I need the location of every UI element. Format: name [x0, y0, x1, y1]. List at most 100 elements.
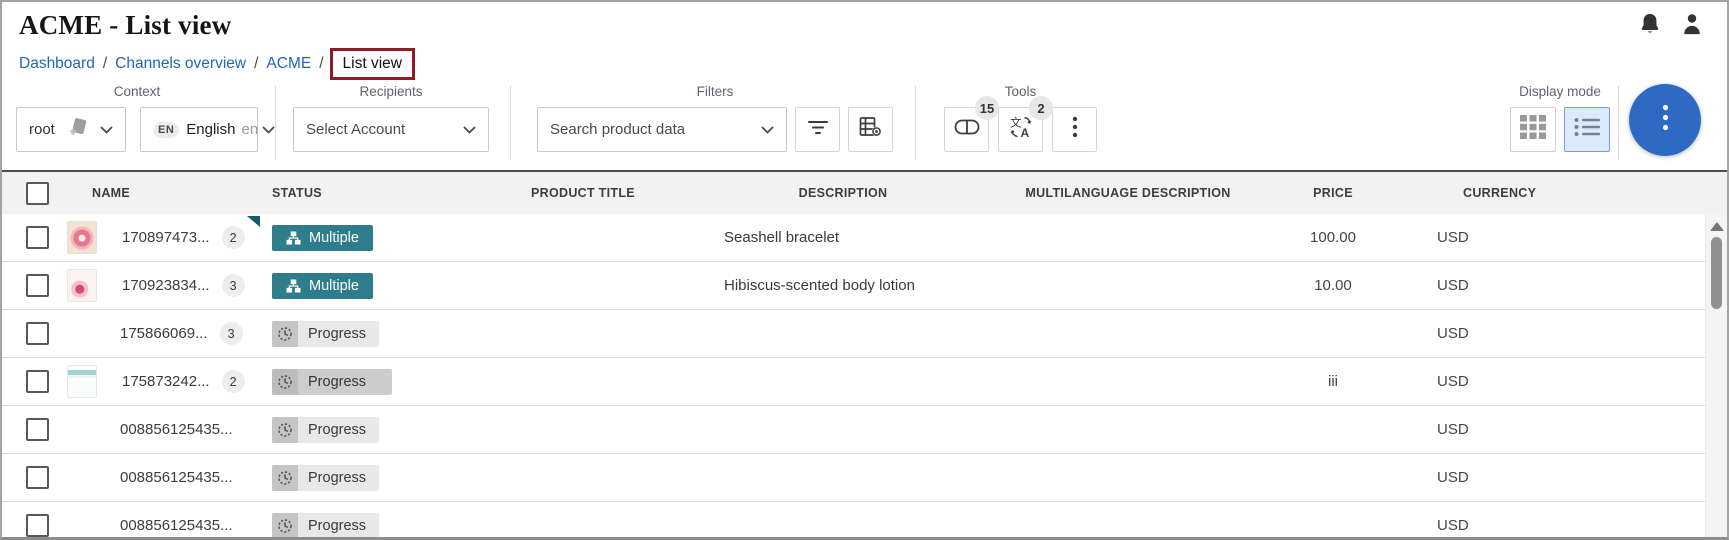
column-header-product-title: PRODUCT TITLE	[513, 186, 723, 200]
column-header-status: STATUS	[268, 186, 513, 200]
translate-button[interactable]: 2 文A	[998, 107, 1043, 152]
currency-cell: USD	[1373, 229, 1706, 246]
row-checkbox[interactable]	[26, 322, 49, 345]
table-row[interactable]: 170923834... 3 Multiple Hibiscus-scented…	[2, 262, 1706, 310]
bell-icon[interactable]	[1639, 12, 1661, 36]
attributes-toggle-button[interactable]: 15	[944, 107, 989, 152]
tools-label: Tools	[1005, 84, 1037, 100]
status-label: Multiple	[309, 278, 359, 294]
table-row[interactable]: 008856125435... Progress USD	[2, 454, 1706, 502]
filters-group: Filters Search product data	[537, 84, 893, 152]
context-node-value: root	[29, 121, 55, 138]
description-cell: Seashell bracelet	[723, 229, 963, 246]
kebab-menu-icon	[1072, 116, 1078, 143]
select-all-checkbox[interactable]	[26, 182, 49, 205]
status-label: Progress	[298, 518, 379, 534]
table-row[interactable]: 175866069... 3 Progress USD	[2, 310, 1706, 358]
clock-icon	[272, 369, 298, 395]
variant-count-badge: 3	[222, 274, 245, 297]
attributes-count-badge: 15	[975, 96, 999, 120]
product-name: 008856125435...	[120, 421, 233, 438]
scrollbar-thumb[interactable]	[1711, 237, 1722, 309]
scroll-up-icon[interactable]	[1710, 222, 1724, 231]
currency-cell: USD	[1373, 277, 1706, 294]
status-badge: Progress	[272, 369, 392, 395]
context-group: Context root EN English en	[16, 84, 258, 152]
price-cell: 10.00	[1293, 277, 1373, 294]
price-cell: iii	[1293, 373, 1373, 390]
vertical-scrollbar[interactable]	[1705, 214, 1727, 537]
status-badge: Multiple	[272, 273, 373, 299]
breadcrumb-separator: /	[319, 55, 323, 73]
table-row[interactable]: 008856125435... Progress USD	[2, 502, 1706, 540]
table-row[interactable]: 170897473... 2 Multiple Seashell bracele…	[2, 214, 1706, 262]
primary-actions-fab[interactable]	[1629, 84, 1701, 156]
breadcrumb-link-dashboard[interactable]: Dashboard	[19, 55, 95, 73]
list-view-button[interactable]	[1564, 107, 1610, 152]
row-checkbox[interactable]	[26, 226, 49, 249]
column-header-currency: CURRENCY	[1373, 186, 1727, 200]
variant-count-badge: 2	[222, 226, 245, 249]
display-mode-group: Display mode	[1510, 84, 1610, 152]
svg-text:A: A	[1020, 126, 1029, 139]
product-name: 008856125435...	[120, 469, 233, 486]
product-thumbnail	[67, 221, 97, 254]
status-label: Progress	[298, 422, 379, 438]
capsule-toggle-icon	[954, 116, 980, 143]
clock-icon	[272, 513, 298, 539]
tools-group: Tools 15 2 文A	[944, 84, 1097, 152]
status-label: Progress	[298, 326, 379, 342]
currency-cell: USD	[1373, 517, 1706, 534]
translation-count-badge: 2	[1029, 96, 1053, 120]
row-checkbox[interactable]	[26, 514, 49, 537]
toolbar-divider	[915, 86, 916, 160]
variant-count-badge: 2	[222, 370, 245, 393]
column-header-description: DESCRIPTION	[723, 186, 963, 200]
row-checkbox[interactable]	[26, 274, 49, 297]
language-code: en	[241, 121, 258, 138]
filter-icon	[807, 117, 829, 142]
page-title: ACME - List view	[2, 2, 1727, 41]
status-badge: Multiple	[272, 225, 373, 251]
product-name: 175873242...	[122, 373, 210, 390]
row-checkbox[interactable]	[26, 370, 49, 393]
row-checkbox[interactable]	[26, 466, 49, 489]
more-actions-icon	[1662, 104, 1669, 136]
clock-icon	[272, 417, 298, 443]
column-settings-button[interactable]	[848, 107, 893, 152]
grid-view-button[interactable]	[1510, 107, 1556, 152]
breadcrumb-link-channels-overview[interactable]: Channels overview	[115, 55, 246, 73]
column-header-price: PRICE	[1293, 186, 1373, 200]
user-icon[interactable]	[1681, 12, 1703, 36]
currency-cell: USD	[1373, 469, 1706, 486]
recipients-select[interactable]: Select Account	[293, 107, 489, 152]
sitemap-icon	[286, 279, 301, 293]
clock-icon	[272, 321, 298, 347]
context-node-select[interactable]: root	[16, 107, 126, 152]
corner-flag-icon	[247, 216, 260, 227]
breadcrumb-link-acme[interactable]: ACME	[266, 55, 311, 73]
description-cell: Hibiscus-scented body lotion	[723, 277, 963, 294]
toolbar-divider	[275, 86, 276, 160]
clock-icon	[272, 465, 298, 491]
variant-count-badge: 3	[220, 322, 243, 345]
price-cell: 100.00	[1293, 229, 1373, 246]
breadcrumb-separator: /	[103, 55, 107, 73]
chevron-down-icon	[463, 121, 476, 138]
table-row[interactable]: 008856125435... Progress USD	[2, 406, 1706, 454]
table-row[interactable]: 175873242... 2 Progress iii USD	[2, 358, 1706, 406]
table-header: NAME STATUS PRODUCT TITLE DESCRIPTION MU…	[2, 170, 1727, 214]
currency-cell: USD	[1373, 421, 1706, 438]
toolbar-divider	[1618, 86, 1619, 160]
row-checkbox[interactable]	[26, 418, 49, 441]
translate-icon: 文A	[1009, 115, 1033, 144]
filter-button[interactable]	[795, 107, 840, 152]
status-badge: Progress	[272, 417, 379, 443]
breadcrumb: Dashboard / Channels overview / ACME / L…	[2, 41, 1727, 80]
breadcrumb-current: List view	[330, 48, 415, 80]
context-language-select[interactable]: EN English en	[140, 107, 258, 152]
product-search-select[interactable]: Search product data	[537, 107, 787, 152]
product-name: 008856125435...	[120, 517, 233, 534]
grid-view-icon	[1520, 115, 1546, 144]
more-tools-button[interactable]	[1052, 107, 1097, 152]
